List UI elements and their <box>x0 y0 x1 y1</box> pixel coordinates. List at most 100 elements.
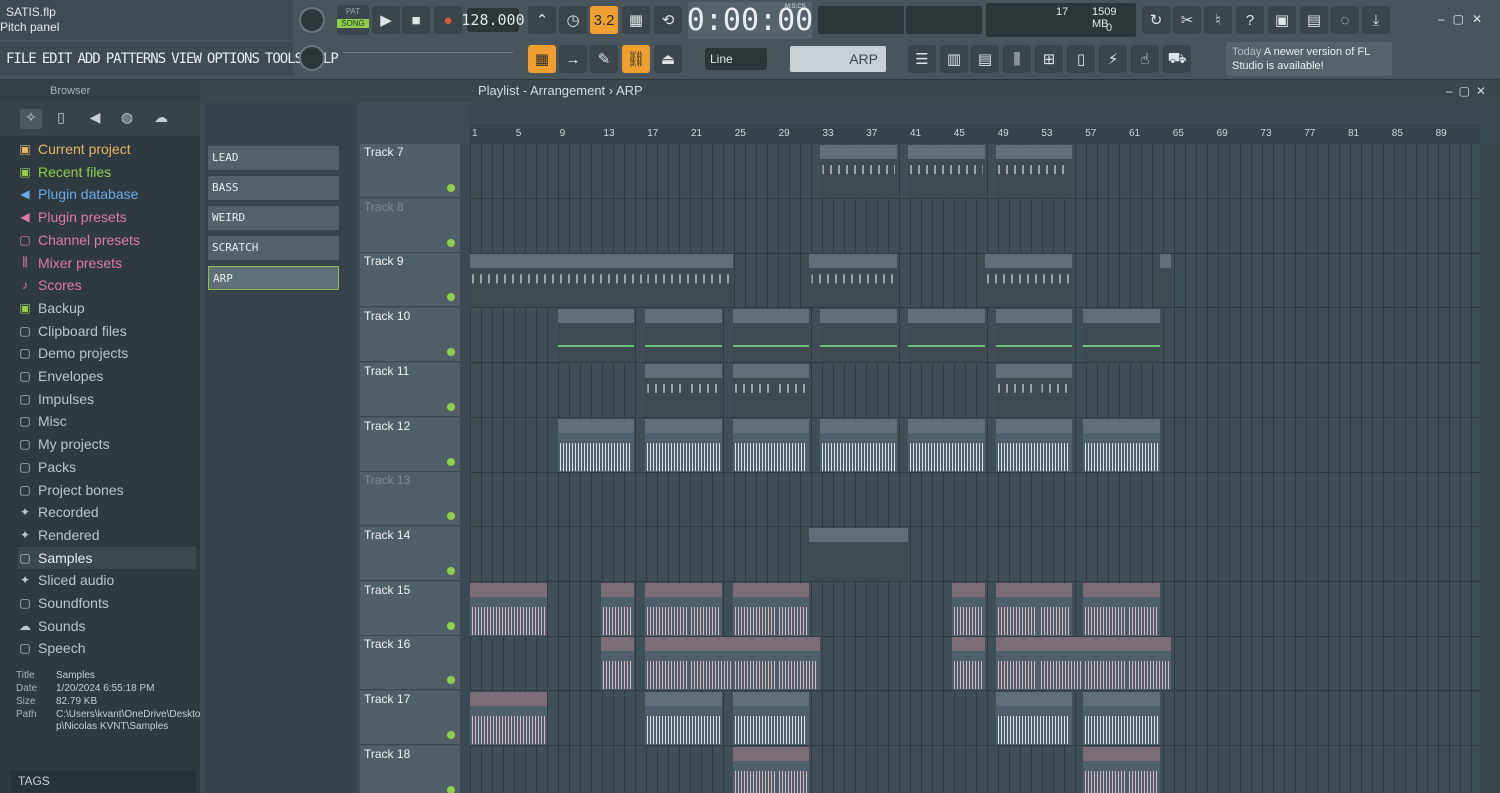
link-button[interactable]: ⛓ <box>622 45 650 73</box>
menu-item-file[interactable]: FILE <box>6 51 37 67</box>
browser-item-samples[interactable]: ▢ Samples <box>18 546 196 569</box>
menu-item-patterns[interactable]: PATTERNS <box>106 51 166 67</box>
track-row[interactable]: LEAD LEAD LEAD LEAD LEAD <box>470 253 1480 309</box>
piano-roll-button[interactable]: ▦ <box>528 45 556 73</box>
audio-clip[interactable]: Dr.. <box>645 582 689 636</box>
plugin-button[interactable]: ⚡ <box>1099 45 1127 73</box>
audio-clip[interactable]: D..c <box>776 746 810 793</box>
track-header[interactable]: Track 10 <box>360 308 460 363</box>
pattern-clip[interactable]: LEAD <box>645 254 733 308</box>
track-row[interactable]: ST_Riser_03 <box>470 691 1480 746</box>
audio-clip[interactable]: Dr.. <box>601 582 635 636</box>
audio-clip[interactable]: 02 - Build-up <box>470 582 547 636</box>
menu-item-options[interactable]: OPTIONS <box>207 51 260 67</box>
audio-clip[interactable] <box>1039 637 1084 691</box>
speaker-tab-icon[interactable]: ◀ <box>84 109 106 129</box>
pattern-clip[interactable]: B..S <box>689 309 722 363</box>
browser-item-project-bones[interactable]: ▢ Project bones <box>18 479 196 501</box>
track-header[interactable]: Track 11 <box>360 362 460 417</box>
loop-record-button[interactable]: ⟲ <box>654 6 682 34</box>
wait-input-button[interactable]: ◷ <box>559 6 587 34</box>
step-sequencer-button[interactable]: ▤ <box>971 45 999 73</box>
automation-clip[interactable]: Param. E..Mix level <box>809 527 908 581</box>
pattern-clip[interactable]: LEAD <box>557 254 646 308</box>
track-row[interactable] <box>470 199 1480 254</box>
audio-clip[interactable]: Dr.. <box>995 582 1040 636</box>
timeline-ruler[interactable]: 1 5 9 13 17 21 25 29 33 37 41 45 49 53 57 61 65 69 73 77 81 8… <box>470 124 1480 144</box>
audio-clip[interactable]: Dr.. <box>732 582 777 636</box>
browser-item-scores[interactable]: ♪ Scores <box>18 274 196 296</box>
audio-clip[interactable] <box>820 418 898 472</box>
pattern-clip[interactable]: SCRATCH <box>908 145 985 198</box>
pattern-clip[interactable]: LEAD <box>984 254 1073 308</box>
audio-clip[interactable] <box>951 637 985 691</box>
audio-clip[interactable]: Dru..6 <box>776 582 810 636</box>
stop-button[interactable]: ■ <box>402 6 430 34</box>
countdown-button[interactable]: 3.2 <box>590 6 618 34</box>
shop-button[interactable]: ⛟ <box>1163 45 1191 73</box>
news-panel[interactable]: Today A newer version of FL Studio is av… <box>1226 42 1392 76</box>
browser-item-rendered[interactable]: ✦ Rendered <box>18 524 196 546</box>
audio-clip[interactable] <box>1083 637 1127 691</box>
track-header[interactable]: Track 12 <box>360 417 460 472</box>
pattern-clip[interactable]: B..S <box>1039 309 1073 363</box>
track-row[interactable] <box>470 636 1480 692</box>
pattern-clip[interactable]: WEIRD <box>732 363 777 417</box>
pattern-clip[interactable]: LEAD <box>809 254 898 308</box>
browser-item-clipboard-files[interactable]: ▢ Clipboard files <box>18 320 196 342</box>
touch-button[interactable]: ☝ <box>1131 45 1159 73</box>
pattern-clip[interactable]: W..D <box>776 363 810 417</box>
window-controls[interactable]: –▢✕ <box>1438 12 1490 26</box>
track-header[interactable]: Track 16 <box>360 636 460 691</box>
browser-item-my-projects[interactable]: ▢ My projects <box>18 433 196 455</box>
audio-clip[interactable] <box>995 637 1040 691</box>
audio-clip[interactable]: Dr.. <box>951 582 985 636</box>
audio-clip[interactable] <box>645 418 722 472</box>
track-row[interactable]: 02 - Build-up Dr.. Dr.. Dru..6 Dr.. Dru..6 Dr.… <box>470 582 1480 637</box>
save-button[interactable]: ▣ <box>1268 6 1296 34</box>
cloud-tab-icon[interactable]: ☁ <box>150 109 172 129</box>
pattern-clip[interactable]: BASS <box>995 309 1040 363</box>
pattern-clip[interactable]: BASS <box>1083 309 1127 363</box>
record-button[interactable]: ● <box>434 6 462 34</box>
browser-item-current-project[interactable]: ▣ Current project <box>18 138 196 160</box>
browser-item-plugin-database[interactable]: ◀ Plugin database <box>18 183 196 205</box>
track-header[interactable]: Track 15 <box>360 581 460 636</box>
pattern-lead[interactable]: LEAD <box>208 146 339 170</box>
pattern-scratch[interactable]: SCRATCH <box>208 236 339 260</box>
audio-clip[interactable] <box>1083 418 1160 472</box>
audio-clip[interactable]: Dru..6 <box>1039 582 1073 636</box>
menu-item-edit[interactable]: EDIT <box>42 51 73 67</box>
pattern-clip[interactable]: W..D <box>689 363 722 417</box>
pattern-clip[interactable]: BASS <box>908 309 952 363</box>
audio-clip[interactable] <box>557 418 635 472</box>
tags-button[interactable]: TAGS <box>10 770 196 792</box>
browser-item-backup[interactable]: ▣ Backup <box>18 297 196 319</box>
pattern-clip[interactable]: B..S <box>776 309 810 363</box>
pattern-clip[interactable]: B..S <box>951 309 985 363</box>
browser-item-channel-presets[interactable]: ▢ Channel presets <box>18 229 196 251</box>
pattern-clip[interactable]: W..D <box>1039 363 1073 417</box>
tempo-display[interactable]: 128.000 <box>461 8 525 32</box>
track-enable-led[interactable] <box>447 566 455 575</box>
track-enable-led[interactable] <box>447 785 455 793</box>
audio-clip[interactable] <box>645 692 722 745</box>
master-pitch-knob[interactable] <box>299 45 325 71</box>
pattern-bass[interactable]: BASS <box>208 176 339 200</box>
track-enable-led[interactable] <box>447 184 455 192</box>
stamp-button[interactable]: ⏏ <box>654 45 682 73</box>
pattern-clip[interactable]: LEAD <box>470 254 558 308</box>
audio-clip[interactable]: Dru..rc <box>1083 746 1127 793</box>
mixer-button[interactable]: ⫼ <box>1003 45 1031 73</box>
track-row[interactable]: WEIRD W..D WEIRD W..D WEIRD W..D <box>470 363 1480 418</box>
browser-item-demo-projects[interactable]: ▢ Demo projects <box>18 342 196 364</box>
pattern-arp[interactable]: ARP <box>208 266 339 290</box>
track-row[interactable]: BASS B..S BASS B..S BASS B..S BASS B..S BASS B..S… <box>470 308 1480 364</box>
track-enable-led[interactable] <box>447 457 455 466</box>
track-enable-led[interactable] <box>447 621 455 630</box>
pattern-weird[interactable]: WEIRD <box>208 206 339 230</box>
track-row[interactable] <box>470 418 1480 473</box>
audio-clip[interactable] <box>995 418 1073 472</box>
track-row[interactable]: Dru..rc D..c Dru..rc D..c <box>470 746 1480 793</box>
audio-clip[interactable] <box>732 418 810 472</box>
